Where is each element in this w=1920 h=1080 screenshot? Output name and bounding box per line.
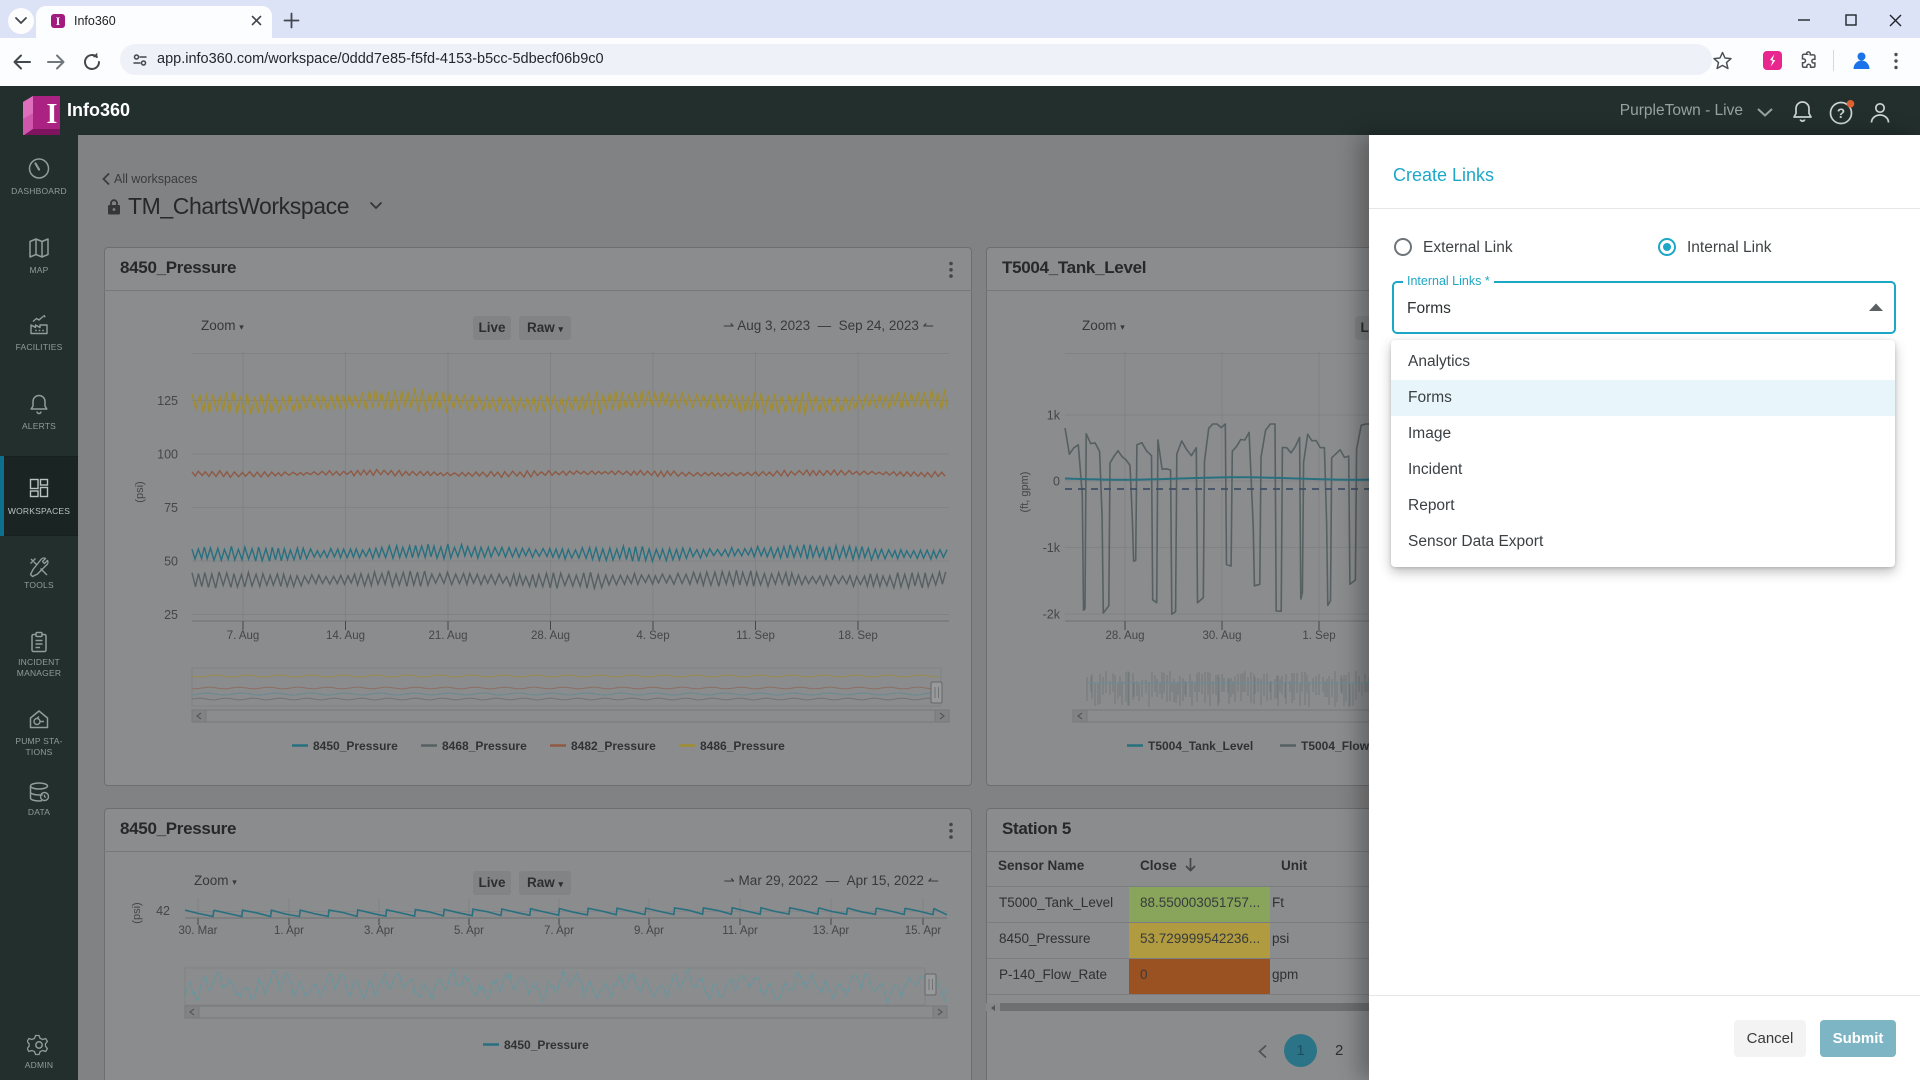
svg-text:?: ? — [1837, 106, 1845, 121]
svg-text:I: I — [47, 99, 58, 130]
